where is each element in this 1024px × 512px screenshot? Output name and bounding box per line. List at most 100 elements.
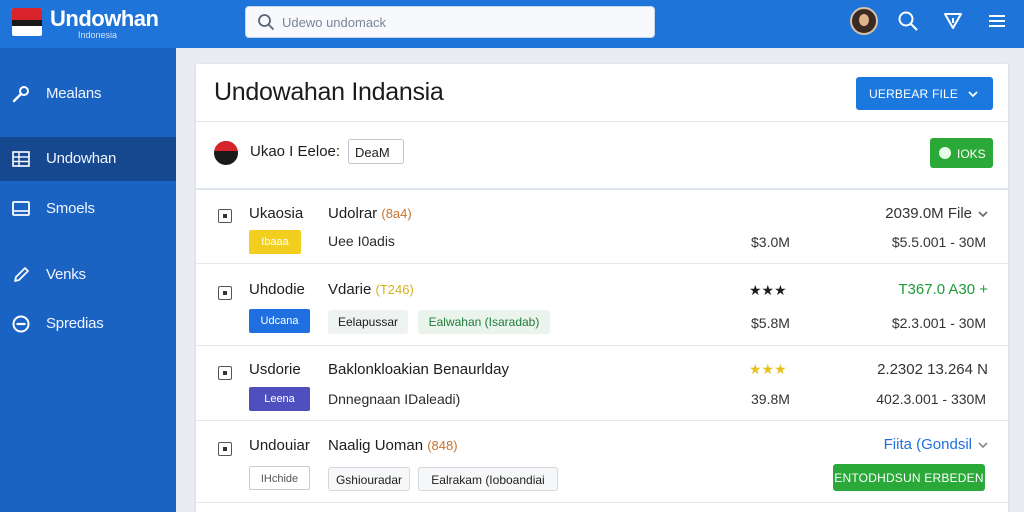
- sidebar-item-label: Spredias: [46, 315, 104, 332]
- row-file-size-label: 2039.0M File: [885, 205, 972, 222]
- sidebar-item-venks[interactable]: Venks: [0, 253, 176, 297]
- row-tag-label: Ibaaa: [261, 236, 289, 248]
- ioks-button[interactable]: IOKS: [930, 138, 993, 168]
- app-subtitle: Indonesia: [78, 30, 118, 40]
- chevron-down-icon: [978, 211, 988, 218]
- row-price: 39.8M: [751, 391, 790, 407]
- row-checkbox[interactable]: [218, 209, 232, 223]
- filter-label: Ukao I Eeloe:: [250, 143, 341, 160]
- row-tag[interactable]: Leena: [249, 387, 310, 411]
- sidebar-item-smoels[interactable]: Smoels: [0, 187, 176, 231]
- ioks-label: IOKS: [957, 147, 986, 161]
- header-divider: [196, 121, 1008, 122]
- row-link-label: Fiita (Gondsil: [883, 436, 972, 453]
- row-detail: Uee I0adis: [328, 233, 395, 249]
- sidebar: Mealans Undowhan Smoels Venks Spredias: [0, 48, 176, 512]
- row-divider: [196, 502, 1008, 503]
- flag-icon: [12, 8, 42, 36]
- row-name: Ukaosia: [249, 205, 304, 222]
- row-price: $3.0M: [751, 234, 790, 250]
- row-chip-label: Gshiouradar: [335, 473, 403, 487]
- row-divider: [196, 420, 1008, 421]
- row-sub-label: Udolrar: [328, 205, 378, 222]
- upload-file-label: UERBEAR FILE: [869, 87, 959, 101]
- filter-icon[interactable]: [942, 10, 964, 32]
- search-input[interactable]: Udewo undomack: [245, 6, 655, 38]
- row-code: (8a4): [381, 206, 412, 221]
- filter-chip-label: DeaM: [355, 145, 390, 160]
- row-subtitle: Udolrar (8a4): [328, 205, 412, 222]
- row-link[interactable]: Fiita (Gondsil: [884, 436, 988, 453]
- sidebar-item-label: Mealans: [46, 85, 102, 102]
- row-name: Usdorie: [249, 361, 301, 378]
- upload-file-button[interactable]: UERBEAR FILE: [856, 77, 993, 110]
- sidebar-item-label: Smoels: [46, 200, 95, 217]
- app-logo[interactable]: Undowhan Indonesia: [12, 6, 172, 42]
- row-code: (848): [427, 438, 458, 453]
- search-placeholder: Udewo undomack: [282, 15, 387, 30]
- rating-stars: ★★★: [749, 361, 787, 377]
- filter-divider: [196, 188, 1008, 190]
- top-bar: Undowhan Indonesia Udewo undomack: [0, 0, 1024, 48]
- row-file-size[interactable]: 2039.0M File: [885, 205, 988, 222]
- row-subtitle: Naalig Uoman (848): [328, 437, 458, 454]
- row-tag-label: Udcana: [260, 315, 299, 327]
- row-chip[interactable]: Gshiouradar: [328, 467, 410, 491]
- row-status: 2.2302 13.264 N: [877, 361, 988, 378]
- row-action-button[interactable]: ENTODHDSUN ERBEDEN: [833, 464, 985, 491]
- row-chip-label: Ealwahan (Isaradab): [428, 315, 540, 329]
- row-divider: [196, 263, 1008, 264]
- rating-stars: ★★★: [749, 282, 787, 298]
- row-subtitle: Baklonkloakian Benaurlday: [328, 361, 509, 378]
- row-sub-label: Naalig Uoman: [328, 437, 424, 454]
- row-checkbox[interactable]: [218, 442, 232, 456]
- row-range: $2.3.001 - 30M: [891, 315, 986, 331]
- filter-chip[interactable]: DeaM: [348, 139, 404, 164]
- app-title: Undowhan: [50, 6, 159, 31]
- grid-icon: [12, 151, 30, 167]
- row-detail: Dnnegnaan IDaleadi): [328, 391, 461, 407]
- row-tag-label: IHchide: [260, 473, 299, 485]
- minus-circle-icon: [12, 315, 30, 333]
- row-sub-label: Baklonkloakian Benaurlday: [328, 361, 509, 378]
- sidebar-item-spredias[interactable]: Spredias: [0, 302, 176, 346]
- row-name: Uhdodie: [249, 281, 305, 298]
- row-name: Undouiar: [249, 437, 310, 454]
- status-dot-icon: [939, 147, 951, 159]
- menu-icon[interactable]: [986, 10, 1008, 32]
- row-tag[interactable]: IHchide: [249, 466, 310, 490]
- row-chip[interactable]: Eelapussar: [328, 310, 408, 334]
- row-chip[interactable]: Ealrakam (Ioboandiai: [418, 467, 558, 491]
- pencil-icon: [14, 267, 29, 282]
- row-subtitle: Vdarie (T246): [328, 281, 414, 298]
- row-code: (T246): [375, 282, 414, 297]
- row-price: $5.8M: [751, 315, 790, 331]
- chevron-down-icon: [978, 442, 988, 449]
- row-checkbox[interactable]: [218, 366, 232, 380]
- row-divider: [196, 345, 1008, 346]
- chevron-down-icon: [968, 91, 978, 98]
- page-title: Undowahan Indansia: [214, 78, 444, 106]
- row-chip-label: Ealrakam (Ioboandiai: [431, 473, 545, 487]
- monitor-icon: [12, 201, 30, 216]
- flag-icon: [214, 141, 238, 165]
- row-tag[interactable]: Udcana: [249, 309, 310, 333]
- sidebar-item-label: Venks: [46, 266, 86, 283]
- sidebar-item-undowhan[interactable]: Undowhan: [0, 137, 176, 181]
- row-tag[interactable]: Ibaaa: [249, 230, 301, 254]
- row-range: $5.5.001 - 30M: [891, 234, 986, 250]
- row-tag-label: Leena: [264, 393, 295, 405]
- row-range: 402.3.001 - 330M: [876, 391, 986, 407]
- wrench-icon: [12, 86, 29, 103]
- row-chip-label: Eelapussar: [337, 315, 399, 329]
- row-action-label: ENTODHDSUN ERBEDEN: [834, 471, 984, 485]
- search-icon: [258, 14, 274, 30]
- row-status: T367.0 A30 +: [898, 281, 988, 298]
- search-icon[interactable]: [897, 10, 919, 32]
- sidebar-item-mealans[interactable]: Mealans: [0, 72, 176, 116]
- sidebar-item-label: Undowhan: [46, 150, 117, 167]
- row-sub-label: Vdarie: [328, 281, 372, 298]
- row-chip[interactable]: Ealwahan (Isaradab): [418, 310, 550, 334]
- row-checkbox[interactable]: [218, 286, 232, 300]
- avatar[interactable]: [850, 7, 878, 35]
